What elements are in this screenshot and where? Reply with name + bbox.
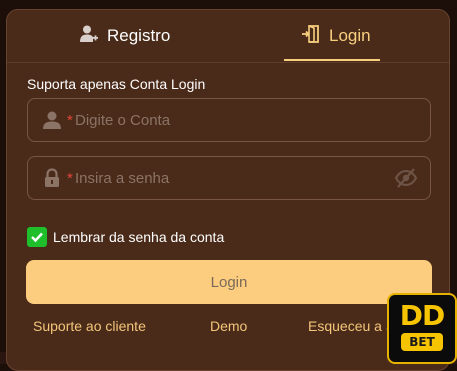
remember-label: Lembrar da senha da conta	[53, 229, 225, 245]
ddbet-logo: DD BET	[387, 293, 457, 364]
check-icon	[31, 232, 43, 243]
tab-login[interactable]: Login	[301, 10, 371, 62]
lock-icon	[42, 168, 62, 188]
eye-off-icon[interactable]	[394, 167, 418, 189]
remember-password[interactable]: Lembrar da senha da conta	[27, 227, 224, 247]
login-modal: Registro Login Suporta apenas Conta Logi…	[6, 9, 450, 371]
logo-dd-text: DD	[399, 299, 445, 332]
tab-bar: Registro Login	[7, 10, 449, 63]
login-door-icon	[301, 24, 321, 49]
required-mark: *	[67, 112, 73, 129]
remember-checkbox[interactable]	[27, 227, 47, 247]
customer-support-link[interactable]: Suporte ao cliente	[33, 318, 146, 334]
logo-bet-text: BET	[401, 333, 443, 351]
account-input[interactable]	[75, 99, 385, 141]
demo-link[interactable]: Demo	[210, 318, 247, 334]
required-mark: *	[67, 170, 73, 187]
user-icon	[42, 110, 62, 130]
account-field[interactable]: *	[27, 98, 431, 142]
add-user-icon	[79, 24, 99, 49]
password-input[interactable]	[75, 157, 385, 199]
active-tab-indicator	[284, 59, 380, 61]
tab-registro-label: Registro	[107, 26, 171, 45]
tab-login-label: Login	[329, 26, 371, 45]
password-field[interactable]: *	[27, 156, 431, 200]
forgot-password-link[interactable]: Esqueceu a S	[308, 318, 395, 334]
tab-registro[interactable]: Registro	[79, 10, 170, 62]
login-hint: Suporta apenas Conta Login	[27, 76, 206, 92]
login-button[interactable]: Login	[26, 260, 432, 304]
